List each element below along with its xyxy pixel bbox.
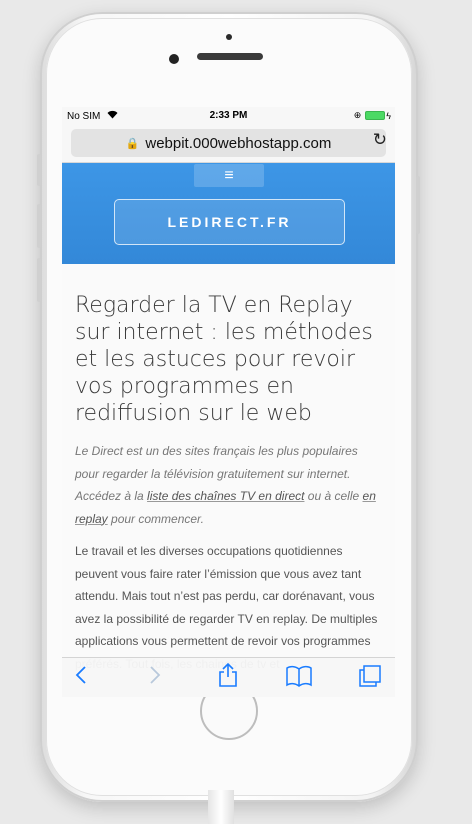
volume-up-button	[37, 204, 41, 248]
power-button	[416, 176, 420, 234]
front-camera	[169, 54, 179, 64]
lead-text: pour commencer.	[107, 511, 204, 526]
live-channels-link[interactable]: liste des chaînes TV en direct	[147, 489, 304, 503]
browser-address-area: 🔒 webpit.000webhostapp.com ↻	[62, 124, 395, 163]
article-lead: Le Direct est un des sites français les …	[75, 440, 383, 530]
tabs-icon[interactable]	[358, 664, 382, 694]
status-time: 2:33 PM	[209, 110, 248, 121]
page-content: Regarder la TV en Replay sur internet : …	[62, 264, 395, 671]
chevron-right-icon[interactable]	[148, 664, 162, 692]
article-title: Regarder la TV en Replay sur internet : …	[75, 293, 373, 426]
mute-switch	[37, 154, 41, 186]
lead-text: ou à celle	[304, 489, 363, 503]
url-text: webpit.000webhostapp.com	[145, 134, 332, 152]
phone-screen: No SIM 2:33 PM ⊕ ϟ 🔒 webpit.000webhostap…	[62, 107, 395, 697]
status-bar: No SIM 2:33 PM ⊕ ϟ	[62, 107, 395, 124]
hamburger-menu-button[interactable]: ≡	[194, 164, 264, 187]
orientation-lock-icon: ⊕	[353, 110, 362, 120]
proximity-sensor	[226, 34, 232, 40]
earpiece-speaker	[197, 53, 263, 60]
battery-icon	[365, 111, 386, 120]
address-bar[interactable]: 🔒 webpit.000webhostapp.com	[71, 129, 386, 157]
charging-cable	[208, 790, 234, 824]
status-right: ⊕ ϟ	[354, 110, 391, 121]
safari-toolbar	[62, 657, 395, 697]
chevron-left-icon[interactable]	[74, 664, 88, 692]
site-logo[interactable]: LEDIRECT.FR	[114, 199, 345, 245]
share-icon[interactable]	[218, 662, 238, 694]
lock-icon: 🔒	[125, 137, 140, 150]
volume-down-button	[37, 258, 41, 302]
book-icon[interactable]	[286, 665, 312, 693]
article-body: Le travail et les diverses occupations q…	[75, 544, 378, 671]
charging-icon: ϟ	[386, 110, 391, 121]
reload-icon[interactable]: ↻	[373, 130, 387, 150]
site-header: ≡ LEDIRECT.FR	[62, 163, 395, 264]
